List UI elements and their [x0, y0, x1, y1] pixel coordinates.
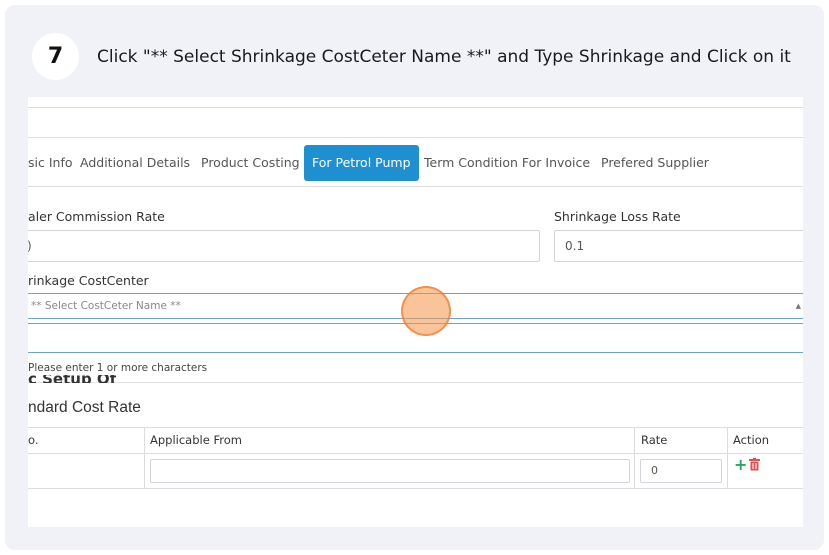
step-instruction: Click "** Select Shrinkage CostCeter Nam…: [97, 47, 791, 67]
click-target-marker: [401, 286, 451, 336]
tab-term-condition[interactable]: Term Condition For Invoice: [424, 145, 590, 181]
tab-product-costing[interactable]: Product Costing: [201, 145, 300, 181]
step-number-badge: 7: [32, 33, 79, 80]
column-header-no: o.: [28, 433, 39, 447]
tab-additional-details[interactable]: Additional Details: [80, 145, 190, 181]
cost-rate-table: o. Applicable From Rate Action 0: [28, 427, 803, 489]
table-col-divider: [727, 427, 728, 489]
tab-basic-info[interactable]: sic Info: [28, 145, 73, 181]
tab-prefered-supplier[interactable]: Prefered Supplier: [601, 145, 709, 181]
shrinkage-loss-input[interactable]: 0.1: [554, 230, 803, 262]
rate-input[interactable]: 0: [640, 459, 722, 483]
section-heading-partial: c Setup Of: [28, 375, 116, 383]
dealer-commission-input[interactable]: ): [28, 230, 540, 262]
applicable-from-input[interactable]: [150, 459, 630, 483]
column-header-action: Action: [733, 433, 770, 447]
tab-bar: sic Info Additional Details Product Cost…: [28, 145, 803, 181]
column-header-applicable-from: Applicable From: [150, 433, 242, 447]
dealer-commission-label: aler Commission Rate: [28, 209, 165, 224]
section-title: ndard Cost Rate: [28, 399, 141, 416]
top-divider: [28, 107, 803, 108]
table-col-divider: [144, 427, 145, 489]
table-col-divider: [634, 427, 635, 489]
shrinkage-loss-label: Shrinkage Loss Rate: [554, 209, 681, 224]
search-hint: Please enter 1 or more characters: [28, 362, 208, 374]
screenshot-panel: sic Info Additional Details Product Cost…: [28, 97, 803, 527]
shrinkage-costcenter-label: rinkage CostCenter: [28, 273, 149, 288]
delete-row-icon[interactable]: [749, 458, 760, 471]
tab-for-petrol-pump[interactable]: For Petrol Pump: [304, 145, 419, 181]
header-divider: [28, 137, 803, 138]
costcenter-select-placeholder: ** Select CostCeter Name **: [31, 300, 181, 312]
tab-divider: [28, 186, 803, 187]
add-row-icon[interactable]: +: [734, 457, 747, 473]
chevron-up-icon: ▲: [795, 302, 801, 310]
column-header-rate: Rate: [641, 433, 668, 447]
